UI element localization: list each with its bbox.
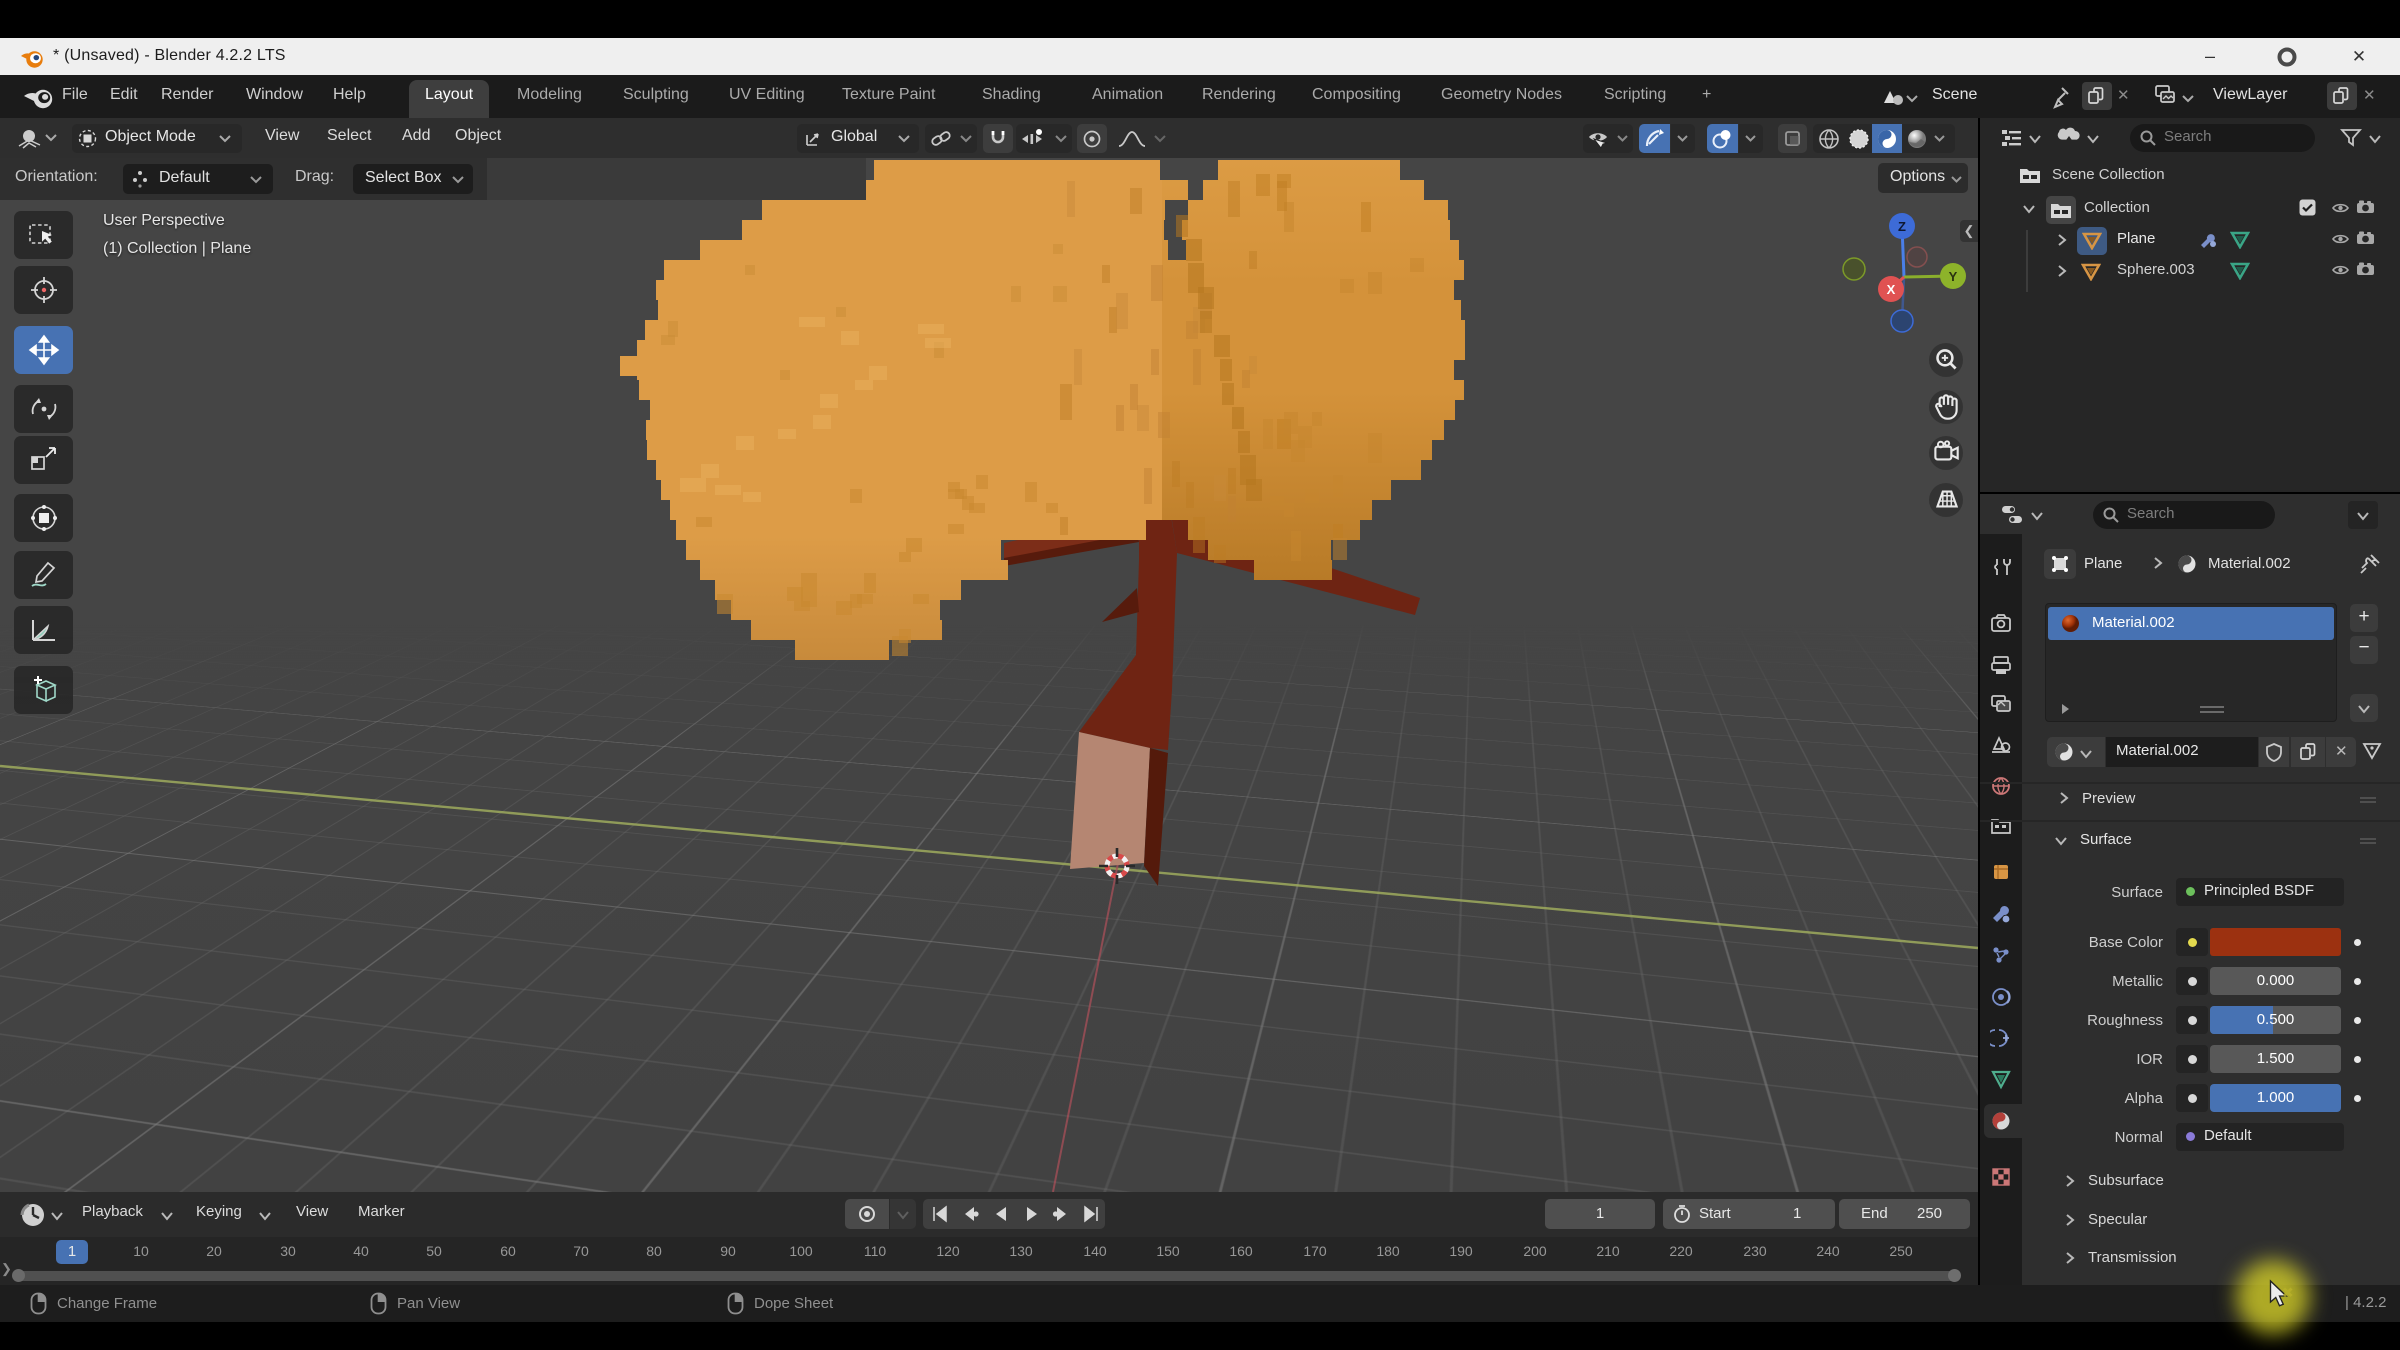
svg-text:Z: Z — [1898, 219, 1906, 234]
svg-text:X: X — [1887, 282, 1896, 297]
svg-text:Y: Y — [1949, 269, 1958, 284]
